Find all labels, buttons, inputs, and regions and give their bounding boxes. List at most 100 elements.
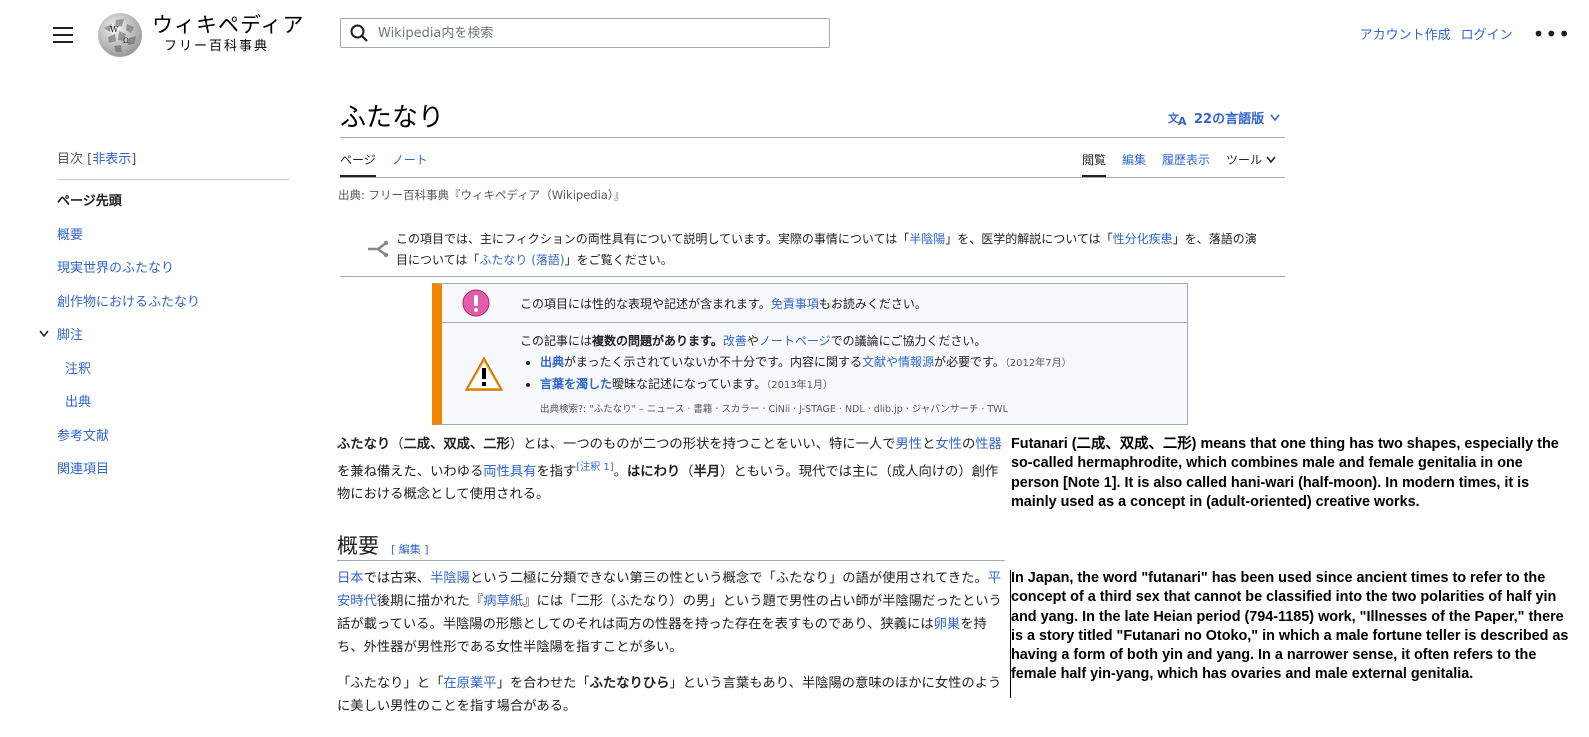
view-tabs: 閲覧 編集 履歴表示 ツール bbox=[1082, 151, 1276, 177]
para-text: 「ふたなり」と「 bbox=[337, 676, 444, 691]
sources-link[interactable]: 出典 bbox=[540, 355, 564, 369]
tools-label: ツール bbox=[1226, 153, 1263, 167]
create-account-link[interactable]: アカウント作成 bbox=[1360, 24, 1451, 43]
para-text: 後期に描かれた『 bbox=[376, 594, 484, 609]
tab-page[interactable]: ページ bbox=[340, 151, 376, 177]
more-options-icon[interactable]: ••• bbox=[1533, 24, 1571, 44]
issue-text: がまったく示されていないか不十分です。内容に関する bbox=[564, 355, 862, 369]
link-ovary[interactable]: 卵巣 bbox=[934, 617, 961, 632]
tab-edit[interactable]: 編集 bbox=[1122, 151, 1146, 177]
hatnote: この項目では、主にフィクションの両性具有について説明しています。実際の事情につい… bbox=[396, 229, 1264, 271]
warning-icon bbox=[464, 356, 504, 391]
chevron-down-icon[interactable] bbox=[39, 326, 49, 346]
toc-item-footnotes[interactable]: 脚注 bbox=[57, 328, 83, 343]
section-edit-link[interactable]: [ 編集 ] bbox=[391, 543, 429, 556]
language-button[interactable]: 文 A 22の言語版 bbox=[1168, 108, 1280, 127]
maintenance-notice-box: この項目には性的な表現や記述が含まれます。免責事項もお読みください。 この記事に… bbox=[432, 283, 1188, 425]
lead-text: 。 bbox=[613, 464, 627, 480]
lead-bold: 半月 bbox=[693, 464, 721, 480]
tools-menu[interactable]: ツール bbox=[1226, 151, 1276, 177]
toc-item-fiction[interactable]: 創作物におけるふたなり bbox=[57, 295, 200, 310]
para-text: という二極に分類できない第三の性という概念で「ふたなり」の語が使用されてきた。 bbox=[469, 571, 988, 586]
link-japan[interactable]: 日本 bbox=[337, 571, 364, 586]
issues-text-a: この記事には bbox=[520, 334, 593, 348]
list-item: 言葉を濁した曖昧な記述になっています。（2013年1月） bbox=[540, 374, 1072, 396]
edit-link-text[interactable]: [ 編集 ] bbox=[391, 543, 429, 556]
translate-icon: 文 A bbox=[1168, 111, 1187, 126]
tab-read[interactable]: 閲覧 bbox=[1082, 151, 1107, 177]
hatnote-divider bbox=[340, 276, 1285, 277]
site-subtitle: 出典: フリー百科事典『ウィキペディア（Wikipedia）』 bbox=[338, 188, 626, 202]
issues-text: この記事には複数の問題があります。改善やノートページでの議論にご協力ください。 bbox=[520, 332, 986, 349]
issue-date: （2013年1月） bbox=[766, 380, 834, 391]
link-male[interactable]: 男性 bbox=[895, 437, 922, 452]
namespace-tabs: ページ ノート bbox=[340, 151, 428, 177]
search-icon bbox=[350, 24, 368, 42]
footnote-link[interactable]: [注釈 1] bbox=[576, 462, 613, 473]
para-bold: ふたなりひら bbox=[589, 676, 670, 691]
source-search-links[interactable]: 出典検索?: "ふたなり" – ニュース · 書籍 · スカラー · CiNii… bbox=[540, 401, 1008, 415]
lead-text: を兼ね備えた、いわゆる bbox=[337, 464, 484, 480]
toc-item-sources[interactable]: 出典 bbox=[65, 395, 91, 410]
svg-text:Ω: Ω bbox=[123, 37, 129, 45]
issues-text-b: での議論にご協力ください。 bbox=[830, 334, 987, 348]
hatnote-text: 」をご覧ください。 bbox=[564, 253, 673, 267]
talk-page-link[interactable]: ノートページ bbox=[759, 334, 831, 348]
wikipedia-globe-logo[interactable]: W Ω bbox=[96, 10, 144, 58]
lead-bold: はにわり bbox=[626, 464, 681, 480]
login-link[interactable]: ログイン bbox=[1461, 24, 1513, 43]
issue-date: （2012年7月） bbox=[1004, 358, 1072, 369]
tabs-divider bbox=[340, 177, 1285, 178]
toc-item-real-world[interactable]: 現実世界のふたなり bbox=[57, 261, 174, 276]
svg-text:W: W bbox=[110, 25, 119, 34]
toc-item-top[interactable]: ページ先頭 bbox=[57, 194, 122, 209]
link-genitalia[interactable]: 性器 bbox=[975, 437, 1002, 452]
disambiguation-icon bbox=[366, 240, 390, 262]
lead-text: と bbox=[922, 437, 936, 452]
user-links: アカウント作成 ログイン ••• bbox=[1360, 24, 1571, 44]
lead-bold: ふたなり bbox=[337, 437, 391, 452]
lead-text: を指す bbox=[536, 464, 577, 480]
toc-item-references[interactable]: 参考文献 bbox=[57, 429, 109, 444]
toc-item-notes[interactable]: 注釈 bbox=[65, 362, 91, 377]
disclaimer-link[interactable]: 免責事項 bbox=[771, 297, 819, 311]
improve-link[interactable]: 改善 bbox=[723, 334, 747, 348]
link-yamai-no-soshi[interactable]: 病草紙 bbox=[483, 594, 523, 609]
lead-text: ）とは、一つのものが二つの形状を持つことをいい、特に一人で bbox=[509, 437, 896, 452]
issue-text: が必要です。 bbox=[934, 355, 1005, 369]
toc-item-overview[interactable]: 概要 bbox=[57, 228, 83, 243]
sexual-content-notice: この項目には性的な表現や記述が含まれます。免責事項もお読みください。 bbox=[442, 284, 1187, 323]
main-menu-button[interactable] bbox=[50, 22, 76, 46]
tab-history[interactable]: 履歴表示 bbox=[1162, 151, 1210, 177]
table-of-contents: 目次 [非表示] ページ先頭 概要 現実世界のふたなり 創作物におけるふたなり … bbox=[39, 148, 289, 494]
hatnote-link-dsd[interactable]: 性分化疾患 bbox=[1113, 232, 1173, 246]
link-androgyny[interactable]: 両性具有 bbox=[483, 464, 536, 479]
weasel-words-link[interactable]: 言葉を濁した bbox=[540, 377, 612, 391]
para-text: では古来、 bbox=[363, 571, 431, 586]
notice-text: この項目には性的な表現や記述が含まれます。免責事項もお読みください。 bbox=[520, 295, 927, 312]
toc-heading-label: 目次 [ bbox=[57, 152, 93, 167]
wordmark-title: ウィキペディア bbox=[152, 13, 305, 37]
link-narihira[interactable]: 在原業平 bbox=[443, 676, 496, 691]
section-heading-label: 概要 bbox=[337, 534, 379, 558]
hatnote-link-rakugo[interactable]: ふたなり (落語) bbox=[479, 253, 564, 267]
overview-paragraph-2: 「ふたなり」と「在原業平」を合わせた「ふたなりひら」という言葉もあり、半陰陽の意… bbox=[337, 672, 1007, 718]
chevron-down-icon bbox=[1270, 114, 1280, 121]
link-female[interactable]: 女性 bbox=[935, 437, 962, 452]
hatnote-link-hermaphrodite[interactable]: 半陰陽 bbox=[909, 232, 945, 246]
toc-hide-link[interactable]: 非表示 bbox=[92, 152, 131, 167]
translation-paragraph-2: In Japan, the word "futanari" has been u… bbox=[1011, 570, 1569, 683]
issue-text: 曖昧な記述になっています。 bbox=[612, 377, 767, 391]
para-text: 」を合わせた「 bbox=[496, 676, 590, 691]
hatnote-text: この項目では、主にフィクションの両性具有について説明しています。実際の事情につい… bbox=[396, 232, 910, 246]
lead-paragraph: ふたなり（二成、双成、二形）とは、一つのものが二つの形状を持つことをいい、特に一… bbox=[337, 433, 1007, 506]
search-box[interactable] bbox=[340, 18, 830, 48]
section-heading-overview: 概要 [ 編集 ] bbox=[337, 530, 429, 560]
issues-list: 出典がまったく示されていないか不十分です。内容に関する文献や情報源が必要です。（… bbox=[522, 352, 1072, 396]
link-hermaphrodite[interactable]: 半陰陽 bbox=[430, 571, 470, 586]
toc-item-related[interactable]: 関連項目 bbox=[57, 462, 109, 477]
references-link[interactable]: 文献や情報源 bbox=[862, 355, 934, 369]
tab-talk[interactable]: ノート bbox=[392, 151, 428, 177]
search-input[interactable] bbox=[376, 24, 800, 42]
wikipedia-wordmark[interactable]: ウィキペディア フリー百科事典 bbox=[152, 12, 305, 56]
